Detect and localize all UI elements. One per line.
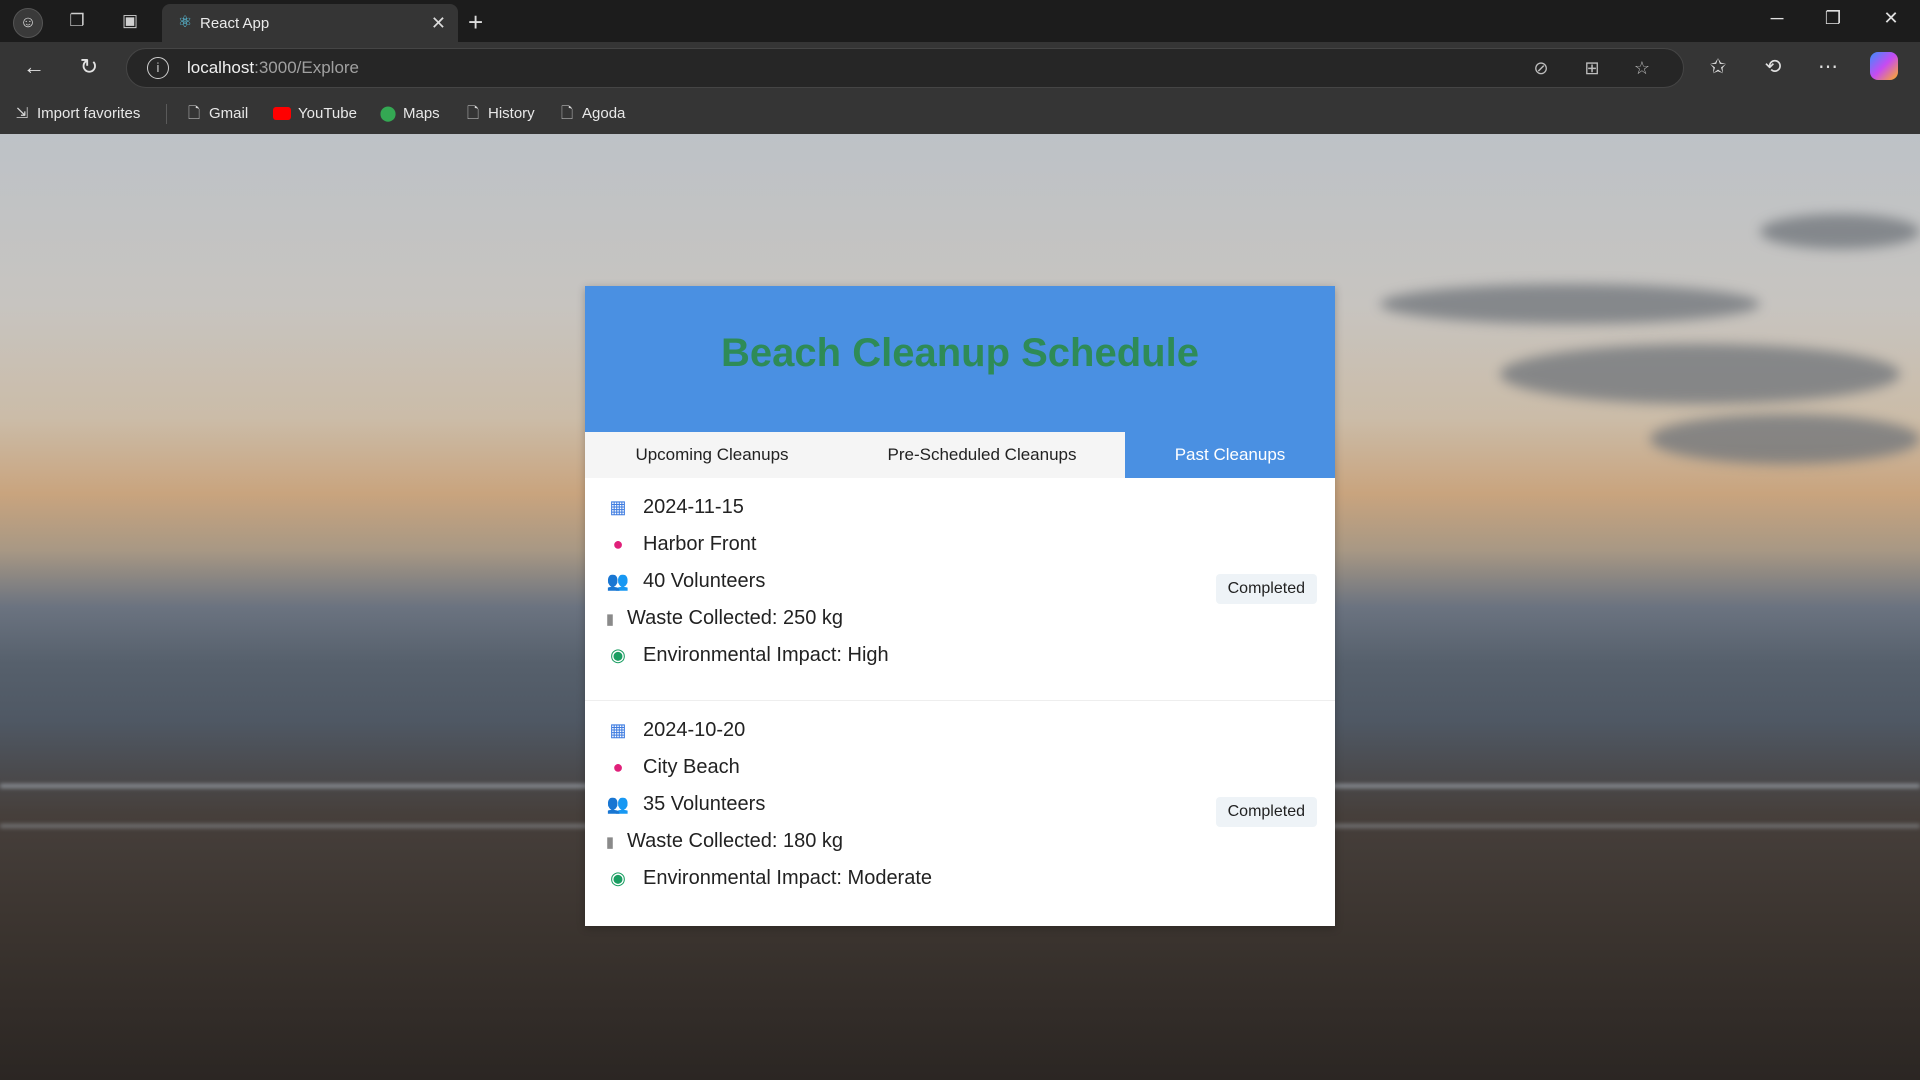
cleanup-entry: ▦ 2024-11-15 ● Harbor Front 👥 40 Volunteers… (585, 478, 1335, 701)
cleanup-waste: ▮ Waste Collected: 180 kg (603, 826, 843, 856)
bookmarks-bar: ⇲ Import favorites 🗋 Gmail YouTube ⬤ Maps 🗋… (0, 94, 1920, 135)
refresh-icon[interactable]: ↻ (74, 54, 104, 80)
page-background: Beach Cleanup Schedule Upcoming Cleanups… (0, 134, 1920, 1080)
cleanup-date: ▦ 2024-11-15 (605, 492, 743, 522)
calendar-icon: ▦ (609, 497, 627, 517)
tab-actions-icon[interactable]: ▣ (119, 10, 141, 32)
site-info-icon[interactable]: i (147, 57, 169, 79)
favorite-star-icon[interactable]: ☆ (1630, 58, 1654, 79)
address-bar[interactable]: i localhost:3000/Explore ⊘ ⊞ ☆ (126, 48, 1684, 88)
bookmark-import-favorites[interactable]: ⇲ Import favorites (13, 94, 141, 134)
youtube-icon (273, 106, 291, 120)
history-icon[interactable]: ⟲ (1758, 54, 1788, 79)
status-badge: Completed (1215, 574, 1317, 604)
favorites-icon[interactable]: ✩ (1703, 54, 1733, 79)
react-icon: ⚛ (177, 14, 193, 31)
close-tab-icon[interactable]: ✕ (431, 13, 446, 34)
bookmark-maps[interactable]: ⬤ Maps (379, 94, 440, 134)
cloud-decoration (1380, 284, 1760, 324)
bookmark-separator (166, 104, 167, 124)
more-menu-icon[interactable]: ⋯ (1813, 54, 1843, 79)
bookmark-gmail[interactable]: 🗋 Gmail (185, 94, 248, 134)
maps-icon: ⬤ (379, 105, 397, 122)
back-icon[interactable]: ← (19, 54, 49, 80)
trash-icon: ▮ (605, 834, 615, 851)
cleanup-waste: ▮ Waste Collected: 250 kg (603, 603, 843, 633)
cleanup-volunteers: 👥 35 Volunteers (605, 789, 766, 819)
browser-toolbar: ← ↻ i localhost:3000/Explore ⊘ ⊞ ☆ ✩ ⟲ ⋯ (0, 42, 1920, 94)
new-tab-icon[interactable]: + (468, 7, 483, 38)
tab-pre-scheduled-cleanups[interactable]: Pre-Scheduled Cleanups (839, 432, 1125, 478)
page-icon: 🗋 (187, 105, 201, 122)
globe-icon: ◉ (610, 868, 626, 888)
browser-titlebar: ☺ ❐ ▣ ⚛ React App ✕ + ─ ❐ ✕ (0, 0, 1920, 42)
location-pin-icon: ● (612, 534, 624, 554)
cleanup-location: ● City Beach (605, 752, 740, 782)
bookmark-agoda[interactable]: 🗋 Agoda (558, 94, 625, 134)
people-icon: 👥 (606, 571, 630, 591)
cloud-decoration (1650, 414, 1920, 464)
tab-upcoming-cleanups[interactable]: Upcoming Cleanups (585, 432, 839, 478)
card-header: Beach Cleanup Schedule (585, 286, 1335, 432)
cleanup-impact: ◉ Environmental Impact: Moderate (605, 863, 932, 893)
import-icon: ⇲ (15, 105, 29, 122)
globe-icon: ◉ (610, 645, 626, 665)
profile-avatar-icon[interactable]: ☺ (13, 8, 43, 38)
copilot-icon[interactable] (1870, 52, 1898, 80)
page-icon: 🗋 (560, 105, 574, 122)
tracking-blocked-icon[interactable]: ⊘ (1529, 58, 1553, 79)
trash-icon: ▮ (605, 611, 615, 628)
people-icon: 👥 (606, 794, 630, 814)
tab-past-cleanups[interactable]: Past Cleanups (1125, 432, 1335, 478)
calendar-icon: ▦ (609, 720, 627, 740)
url-text: localhost:3000/Explore (187, 58, 360, 77)
tab-title: React App (200, 15, 270, 32)
bookmark-history[interactable]: 🗋 History (464, 94, 535, 134)
tab-bar: Upcoming Cleanups Pre-Scheduled Cleanups… (585, 432, 1335, 478)
browser-tab[interactable]: ⚛ React App ✕ (162, 4, 458, 42)
minimize-icon[interactable]: ─ (1762, 8, 1792, 29)
page-icon: 🗋 (466, 105, 480, 122)
cleanup-entry: ▦ 2024-10-20 ● City Beach 👥 35 Volunteers ▮… (585, 701, 1335, 923)
cleanup-volunteers: 👥 40 Volunteers (605, 566, 766, 596)
cloud-decoration (1500, 344, 1900, 404)
location-pin-icon: ● (612, 757, 624, 777)
cloud-decoration (1760, 214, 1920, 249)
cleanup-location: ● Harbor Front (605, 529, 757, 559)
bookmark-youtube[interactable]: YouTube (273, 94, 357, 134)
cleanup-impact: ◉ Environmental Impact: High (605, 640, 889, 670)
page-title: Beach Cleanup Schedule (721, 331, 1199, 375)
close-window-icon[interactable]: ✕ (1876, 8, 1906, 29)
schedule-card: Beach Cleanup Schedule Upcoming Cleanups… (585, 286, 1335, 926)
restore-icon[interactable]: ❐ (1818, 8, 1848, 29)
cleanup-date: ▦ 2024-10-20 (605, 715, 745, 745)
workspaces-icon[interactable]: ❐ (66, 10, 88, 32)
app-available-icon[interactable]: ⊞ (1580, 58, 1604, 79)
status-badge: Completed (1215, 797, 1317, 827)
